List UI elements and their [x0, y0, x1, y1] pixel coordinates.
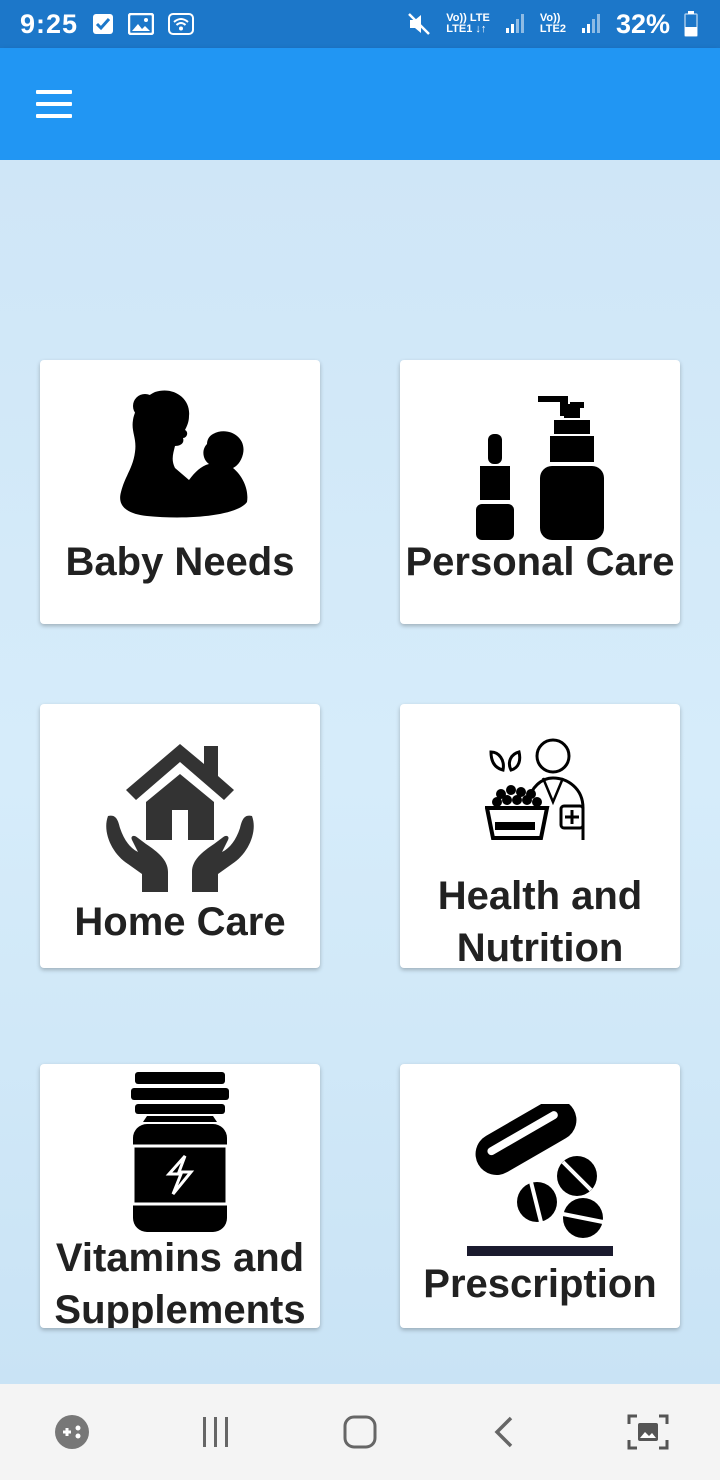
category-card-home-care[interactable]: Home Care [40, 704, 320, 968]
back-icon[interactable] [469, 1397, 539, 1467]
network-2-label: Vo)) LTE2 [540, 13, 566, 35]
wifi-icon [168, 13, 195, 35]
category-card-personal-care[interactable]: Personal Care [400, 360, 680, 624]
mother-baby-icon [40, 384, 320, 524]
category-grid: Baby Needs Personal Care Home Care Healt… [0, 160, 720, 1384]
category-label: Home Care [74, 900, 286, 944]
category-label: Prescription [423, 1262, 657, 1306]
home-icon[interactable] [325, 1397, 395, 1467]
system-nav-bar [0, 1384, 720, 1480]
category-card-baby-needs[interactable]: Baby Needs [40, 360, 320, 624]
game-tools-icon[interactable] [37, 1397, 107, 1467]
house-hands-icon [40, 740, 320, 896]
network-1-label: Vo)) LTE LTE1 ↓↑ [446, 13, 490, 35]
status-right: Vo)) LTE LTE1 ↓↑ Vo)) LTE2 32% [406, 9, 698, 40]
cosmetic-bottles-icon [400, 394, 680, 540]
category-label: Health and Nutrition [437, 874, 643, 968]
recents-icon[interactable] [181, 1397, 251, 1467]
app-bar [0, 48, 720, 160]
category-label: Vitamins and Supplements [54, 1236, 306, 1328]
signal-icon [504, 13, 526, 35]
mute-icon [406, 11, 432, 37]
supplement-jar-icon [40, 1072, 320, 1234]
hamburger-menu-icon[interactable] [36, 90, 76, 120]
category-card-prescription[interactable]: Prescription [400, 1064, 680, 1328]
check-icon [92, 13, 114, 35]
network-1-bottom: LTE1 ↓↑ [446, 23, 487, 35]
status-time: 9:25 [20, 8, 79, 39]
network-2-bottom: LTE2 [539, 23, 566, 35]
pills-icon [400, 1104, 680, 1258]
category-card-health-nutrition[interactable]: Health and Nutrition [400, 704, 680, 968]
category-label: Personal Care [405, 540, 675, 584]
signal-icon [580, 13, 602, 35]
screenshot-icon[interactable] [613, 1397, 683, 1467]
category-label: Baby Needs [65, 540, 295, 584]
battery-icon [684, 11, 698, 37]
status-bar: 9:25 Vo)) LTE LTE1 ↓↑ Vo)) LTE2 32% [0, 0, 720, 48]
category-card-vitamins-supplements[interactable]: Vitamins and Supplements [40, 1064, 320, 1328]
status-left: 9:25 [20, 8, 195, 40]
image-icon [128, 13, 155, 35]
battery-percentage: 32% [615, 8, 670, 39]
nutritionist-icon [400, 738, 680, 846]
